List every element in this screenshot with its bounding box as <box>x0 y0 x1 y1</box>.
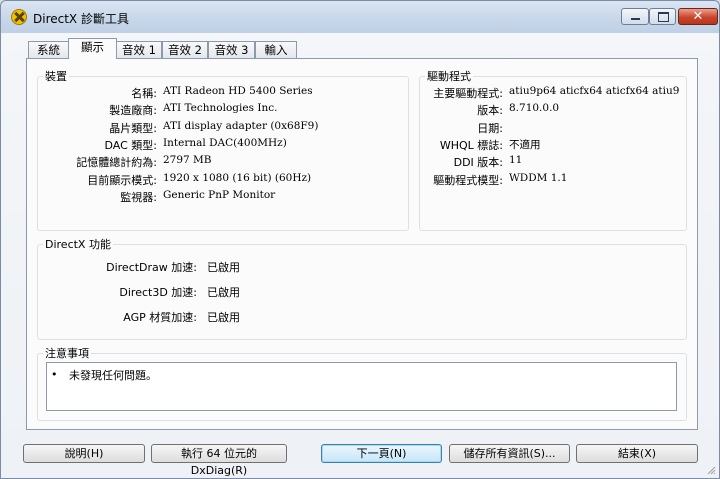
monitor-label: 監視器: <box>120 191 157 204</box>
dxdiag-window: DirectX 診斷工具 ✕ 系統 顯示 音效 1 音效 2 音效 3 輸入 裝… <box>0 0 720 479</box>
whql-value: 不適用 <box>509 139 541 151</box>
directdraw-accel-label: DirectDraw 加速: <box>106 261 197 274</box>
save-all-info-button[interactable]: 儲存所有資訊(S)... <box>449 444 570 463</box>
whql-label: WHQL 標誌: <box>439 139 503 152</box>
display-mode-value: 1920 x 1080 (16 bit) (60Hz) <box>163 172 312 184</box>
device-name-label: 名稱: <box>131 87 157 100</box>
tab-sound-1[interactable]: 音效 1 <box>116 41 162 58</box>
close-button[interactable]: ✕ <box>678 8 718 25</box>
directdraw-accel-value: 已啟用 <box>207 261 240 274</box>
tab-system[interactable]: 系統 <box>28 41 69 58</box>
dac-type-value: Internal DAC(400MHz) <box>163 137 287 149</box>
manufacturer-value: ATI Technologies Inc. <box>163 102 278 114</box>
dac-type-label: DAC 類型: <box>104 139 158 152</box>
monitor-value: Generic PnP Monitor <box>163 189 276 201</box>
notes-title: 注意事項 <box>45 347 89 360</box>
ddi-version-value: 11 <box>509 154 523 166</box>
chip-type-label: 晶片類型: <box>109 122 157 135</box>
notes-text: 未發現任何問題。 <box>69 369 157 382</box>
driver-model-value: WDDM 1.1 <box>509 172 568 184</box>
directx-features-title: DirectX 功能 <box>45 238 111 251</box>
directx-app-icon <box>11 9 27 25</box>
agp-texture-accel-value: 已啟用 <box>207 311 240 324</box>
driver-group-title: 驅動程式 <box>427 70 471 83</box>
notes-box[interactable]: • 未發現任何問題。 <box>46 362 677 411</box>
maximize-icon <box>658 12 669 22</box>
agp-texture-accel-label: AGP 材質加速: <box>123 311 197 324</box>
direct3d-accel-value: 已啟用 <box>207 286 240 299</box>
close-icon: ✕ <box>692 9 704 24</box>
next-page-button[interactable]: 下一頁(N) <box>321 444 442 463</box>
direct3d-accel-label: Direct3D 加速: <box>119 286 197 299</box>
ddi-version-label: DDI 版本: <box>453 156 503 169</box>
total-memory-value: 2797 MB <box>163 154 212 166</box>
tab-sound-3[interactable]: 音效 3 <box>208 41 255 58</box>
manufacturer-label: 製造廠商: <box>109 104 157 117</box>
resize-grip-icon[interactable] <box>706 465 716 475</box>
date-label: 日期: <box>477 122 503 135</box>
exit-button[interactable]: 結束(X) <box>576 444 698 463</box>
version-label: 版本: <box>477 104 503 117</box>
tab-display[interactable]: 顯示 <box>68 38 117 59</box>
version-value: 8.710.0.0 <box>509 102 560 114</box>
chip-type-value: ATI display adapter (0x68F9) <box>163 120 319 132</box>
tab-sound-2[interactable]: 音效 2 <box>162 41 208 58</box>
minimize-icon <box>631 18 640 20</box>
title-bar[interactable]: DirectX 診斷工具 ✕ <box>1 1 719 33</box>
maximize-button[interactable] <box>649 8 676 25</box>
device-name-value: ATI Radeon HD 5400 Series <box>163 85 313 97</box>
main-driver-label: 主要驅動程式: <box>433 87 503 100</box>
tab-input[interactable]: 輸入 <box>255 41 297 58</box>
help-button[interactable]: 說明(H) <box>23 444 145 463</box>
total-memory-label: 記憶體總計約為: <box>76 156 157 169</box>
driver-model-label: 驅動程式模型: <box>433 174 503 187</box>
window-title: DirectX 診斷工具 <box>33 12 129 26</box>
minimize-button[interactable] <box>621 8 649 25</box>
notes-bullet: • <box>51 368 58 381</box>
device-group-title: 裝置 <box>45 70 67 83</box>
display-mode-label: 目前顯示模式: <box>87 174 157 187</box>
main-driver-value: atiu9p64 aticfx64 aticfx64 atiu9pag <box>509 85 679 97</box>
run-64bit-dxdiag-button[interactable]: 執行 64 位元的 DxDiag(R) <box>151 444 287 477</box>
